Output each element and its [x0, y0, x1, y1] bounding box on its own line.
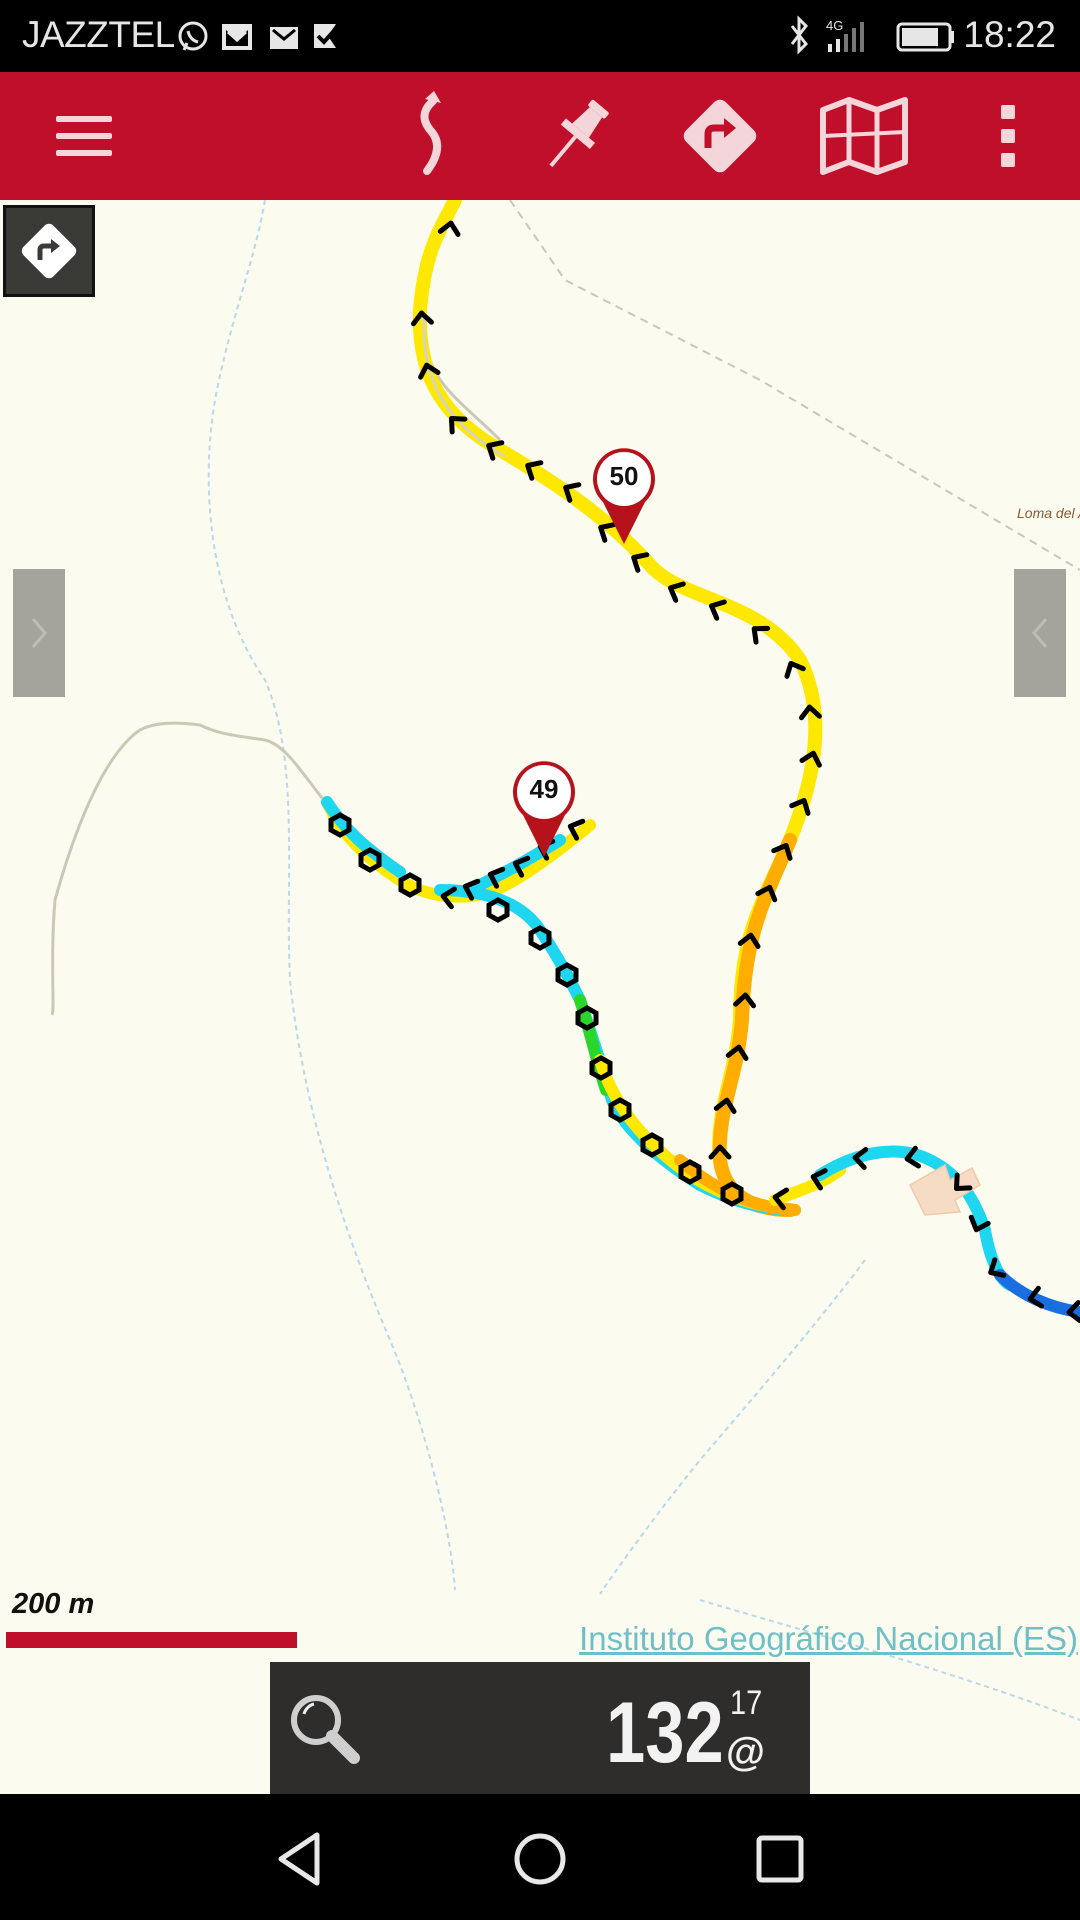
- directions-icon: [21, 223, 77, 279]
- direction-arrows-east: [774, 1148, 1080, 1321]
- chevron-right-icon: [31, 618, 47, 648]
- signal-icon: 4G: [826, 18, 864, 52]
- waypoint-label: 50: [609, 461, 639, 491]
- chevron-left-icon: [1032, 618, 1048, 648]
- system-nav-bar: [0, 1794, 1080, 1920]
- navigation-toggle-button[interactable]: [3, 205, 95, 297]
- map-icon: [820, 97, 908, 175]
- menu-icon: [56, 116, 112, 156]
- map-attribution-link[interactable]: Instituto Geográfico Nacional (ES): [579, 1620, 1078, 1658]
- info-panel: 132 17 @: [270, 1662, 810, 1794]
- place-label: Loma del A: [1017, 505, 1080, 521]
- route-icon: [420, 91, 441, 175]
- paths: [50, 359, 502, 1016]
- search-icon: [291, 1695, 360, 1764]
- pushpin-icon: [549, 99, 609, 168]
- left-panel-handle[interactable]: [13, 569, 65, 697]
- directions-icon: [683, 99, 757, 173]
- right-panel-handle[interactable]: [1014, 569, 1066, 697]
- map-layers-button[interactable]: [814, 86, 914, 186]
- system-icons: 4G: [790, 15, 954, 55]
- search-button[interactable]: [278, 1682, 370, 1774]
- map-canvas: [50, 200, 1080, 1721]
- app-toolbar: [0, 72, 1080, 200]
- add-waypoint-button[interactable]: [526, 86, 626, 186]
- directions-button[interactable]: [670, 86, 770, 186]
- recents-button[interactable]: [740, 1819, 820, 1899]
- waypoint-label: 49: [529, 774, 559, 804]
- svg-text:4G: 4G: [826, 18, 843, 33]
- direction-arrows-north: [413, 222, 822, 1157]
- waypoint-marker[interactable]: 50: [591, 446, 657, 546]
- checklist-icon: [314, 22, 342, 48]
- scale-bar: [6, 1632, 297, 1648]
- streams: [207, 200, 1080, 1721]
- waypoint-marker[interactable]: 49: [511, 759, 577, 859]
- clock: 18:22: [963, 14, 1056, 55]
- notification-icons: [178, 21, 342, 51]
- recents-icon: [756, 1835, 804, 1883]
- counter-value: 132: [606, 1685, 724, 1781]
- gmail-icon: [270, 27, 298, 49]
- back-button[interactable]: [260, 1819, 340, 1899]
- bluetooth-icon: [790, 15, 808, 55]
- overflow-menu-button[interactable]: [958, 86, 1058, 186]
- map-view[interactable]: Loma del A 50 49 200 m Instituto Geográf…: [0, 200, 1080, 1794]
- menu-button[interactable]: [34, 86, 134, 186]
- counter-suffix: @: [726, 1730, 766, 1774]
- home-button[interactable]: [500, 1819, 580, 1899]
- scale-label: 200 m: [12, 1588, 95, 1620]
- more-vert-icon: [1001, 105, 1015, 167]
- status-bar: JAZZTEL 4G 18:22: [0, 0, 1080, 72]
- battery-icon: [896, 22, 954, 52]
- track-north: [412, 200, 823, 1217]
- counter-superscript: 17: [730, 1684, 763, 1722]
- gmail-icon: [222, 24, 252, 50]
- whatsapp-icon: [178, 21, 208, 51]
- home-icon: [514, 1833, 566, 1885]
- carrier-name: JAZZTEL: [22, 14, 175, 55]
- back-icon: [278, 1832, 320, 1886]
- route-button[interactable]: [382, 86, 482, 186]
